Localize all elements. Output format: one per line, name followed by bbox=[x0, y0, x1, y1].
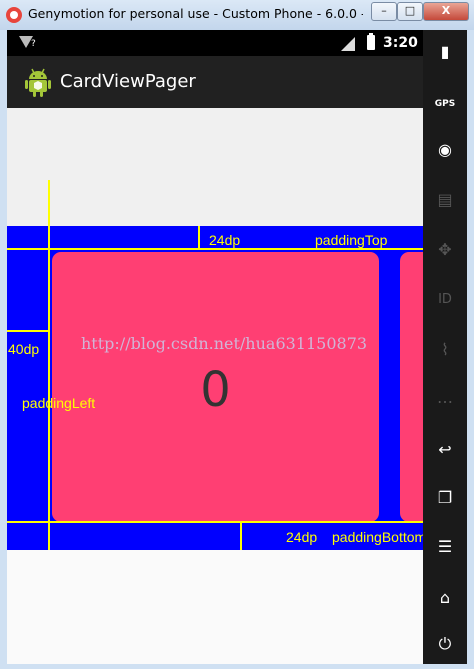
camera-icon[interactable]: ◉ bbox=[433, 138, 457, 162]
home-icon[interactable]: ⌂ bbox=[433, 586, 457, 610]
rss-icon[interactable]: ⌇ bbox=[433, 338, 457, 362]
padding-bottom-dp: 24dp bbox=[286, 529, 318, 545]
card-current[interactable]: 0 bbox=[52, 252, 379, 522]
battery-status-icon bbox=[367, 33, 375, 50]
maximize-button[interactable]: □ bbox=[397, 2, 423, 21]
menu-icon[interactable]: ☰ bbox=[433, 535, 457, 559]
card-number: 0 bbox=[200, 362, 231, 418]
guide-left-marker bbox=[7, 330, 49, 332]
chat-icon[interactable]: … bbox=[433, 386, 457, 410]
window-titlebar: Genymotion for personal use - Custom Pho… bbox=[0, 0, 474, 30]
video-icon[interactable]: ▤ bbox=[433, 188, 457, 212]
action-bar: CardViewPager bbox=[7, 56, 423, 108]
genymotion-icon bbox=[6, 7, 22, 23]
recent-apps-icon[interactable]: ❐ bbox=[433, 486, 457, 510]
app-title: CardViewPager bbox=[60, 71, 196, 92]
close-button[interactable]: X bbox=[423, 2, 469, 21]
guide-bottom-horizontal bbox=[7, 521, 423, 523]
wifi-badge: ? bbox=[31, 39, 36, 49]
card-next[interactable] bbox=[400, 252, 423, 522]
android-logo-icon bbox=[25, 68, 51, 97]
padding-left-dp: 40dp bbox=[8, 341, 40, 357]
signal-icon bbox=[341, 37, 355, 51]
power-icon[interactable]: ⏻ bbox=[433, 632, 457, 656]
move-icon[interactable]: ✥ bbox=[433, 238, 457, 262]
minimize-button[interactable]: – bbox=[371, 2, 397, 21]
lower-empty-area bbox=[7, 550, 423, 664]
gps-icon[interactable]: GPS bbox=[433, 92, 457, 116]
padding-left-label: paddingLeft bbox=[22, 395, 96, 411]
window-title: Genymotion for personal use - Custom Pho… bbox=[28, 6, 363, 21]
battery-icon[interactable]: ▮ bbox=[433, 40, 457, 64]
android-status-bar: ? 3:20 bbox=[7, 30, 423, 56]
guide-top-marker bbox=[198, 226, 200, 249]
guide-left-vertical bbox=[48, 180, 50, 550]
padding-bottom-label: paddingBottom bbox=[332, 529, 423, 545]
guide-bottom-marker bbox=[240, 521, 242, 550]
padding-top-label: paddingTop bbox=[315, 232, 388, 248]
padding-top-dp: 24dp bbox=[209, 232, 241, 248]
id-icon[interactable]: ID bbox=[433, 288, 457, 312]
back-icon[interactable]: ↩ bbox=[433, 438, 457, 462]
genymotion-sidebar: ▮ GPS ◉ ▤ ✥ ID ⌇ … ↩ ❐ ☰ ⌂ ⏻ bbox=[423, 30, 467, 664]
guide-top-horizontal bbox=[7, 248, 423, 250]
watermark: http://blog.csdn.net/hua631150873 bbox=[81, 334, 368, 353]
app-content: 0 http://blog.csdn.net/hua631150873 24dp… bbox=[7, 108, 423, 664]
status-clock: 3:20 bbox=[383, 35, 418, 51]
